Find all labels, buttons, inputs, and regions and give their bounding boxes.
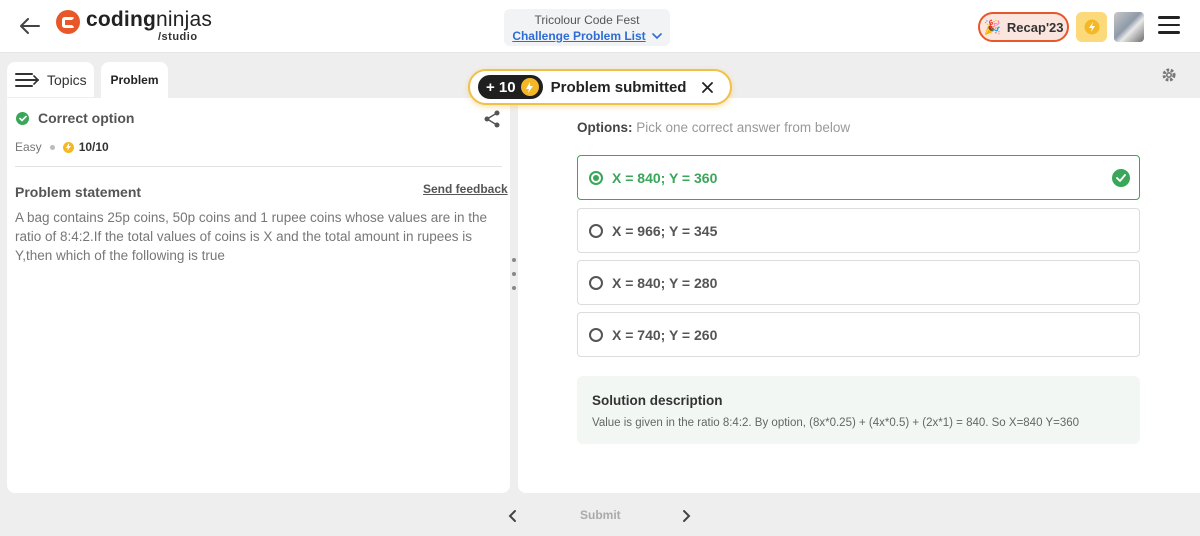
top-header: codingninjas /studio Tricolour Code Fest… (0, 0, 1200, 53)
user-avatar[interactable] (1114, 12, 1144, 42)
bolt-icon (520, 78, 539, 96)
divider (15, 166, 502, 167)
status-text: Correct option (38, 110, 135, 126)
tab-problem[interactable]: Problem (101, 62, 168, 98)
check-icon (1112, 169, 1130, 187)
radio-button[interactable] (589, 275, 603, 290)
event-title: Tricolour Code Fest (534, 13, 640, 27)
chevron-down-icon (651, 32, 662, 39)
toast-close-button[interactable] (700, 80, 714, 94)
option-label: X = 840; Y = 360 (612, 169, 718, 186)
solution-title: Solution description (592, 393, 723, 408)
brand-subtitle: /studio (158, 31, 198, 43)
coin-icon (62, 141, 74, 153)
option-4[interactable]: X = 740; Y = 260 (577, 312, 1140, 357)
brand-name: codingninjas (86, 8, 213, 31)
recap-button[interactable]: 🎉 Recap'23 (978, 12, 1069, 42)
menu-icon (1158, 16, 1180, 19)
radio-selected[interactable] (589, 170, 603, 185)
meta-row: Easy 10/10 (15, 140, 109, 154)
close-icon (702, 81, 713, 93)
toast-message: Problem submitted (550, 78, 687, 96)
check-icon (16, 111, 29, 125)
previous-button[interactable] (505, 508, 521, 524)
share-button[interactable] (483, 110, 503, 130)
option-label: X = 966; Y = 345 (612, 222, 718, 239)
score: 10/10 (62, 140, 109, 154)
send-feedback-link[interactable]: Send feedback (423, 182, 508, 196)
submission-toast: + 10 Problem submitted (468, 69, 732, 105)
separator-dot (49, 144, 55, 150)
statement-title: Problem statement (15, 184, 142, 200)
share-icon (484, 110, 500, 128)
party-popper-icon: 🎉 (983, 18, 1001, 35)
next-button[interactable] (678, 508, 694, 524)
options-heading: Options: Pick one correct answer from be… (577, 120, 851, 135)
bolt-icon (1084, 19, 1099, 35)
back-button[interactable] (18, 14, 42, 38)
back-arrow-icon (20, 18, 40, 34)
status-row: Correct option (16, 110, 134, 126)
submit-button[interactable]: Submit (580, 508, 621, 522)
panel-resizer[interactable] (511, 258, 517, 290)
difficulty-label: Easy (15, 140, 42, 154)
topics-icon (15, 72, 39, 87)
solution-box: Solution description Value is given in t… (577, 376, 1140, 444)
tab-topics[interactable]: Topics (7, 62, 94, 97)
brand-logo-icon (56, 10, 80, 34)
problem-statement: A bag contains 25p coins, 50p coins and … (15, 210, 488, 263)
menu-button[interactable] (1158, 16, 1180, 38)
chevron-left-icon (508, 510, 516, 522)
option-label: X = 740; Y = 260 (612, 326, 718, 343)
coins-button[interactable] (1076, 12, 1107, 42)
option-1[interactable]: X = 840; Y = 360 (577, 155, 1140, 200)
radio-button[interactable] (589, 327, 603, 342)
option-3[interactable]: X = 840; Y = 280 (577, 260, 1140, 305)
option-2[interactable]: X = 966; Y = 345 (577, 208, 1140, 253)
settings-button[interactable] (1161, 67, 1179, 85)
points-badge: + 10 (478, 75, 543, 99)
options-panel: Options: Pick one correct answer from be… (518, 98, 1200, 493)
problem-panel: Correct option Easy 10/10 Problem statem… (7, 98, 510, 493)
option-label: X = 840; Y = 280 (612, 274, 718, 291)
solution-body: Value is given in the ratio 8:4:2. By op… (592, 417, 1080, 429)
settings-icon (1162, 68, 1176, 82)
event-selector[interactable]: Tricolour Code Fest Challenge Problem Li… (504, 9, 670, 46)
challenge-list-link[interactable]: Challenge Problem List (512, 29, 662, 43)
chevron-right-icon (683, 510, 691, 522)
radio-button[interactable] (589, 223, 603, 238)
